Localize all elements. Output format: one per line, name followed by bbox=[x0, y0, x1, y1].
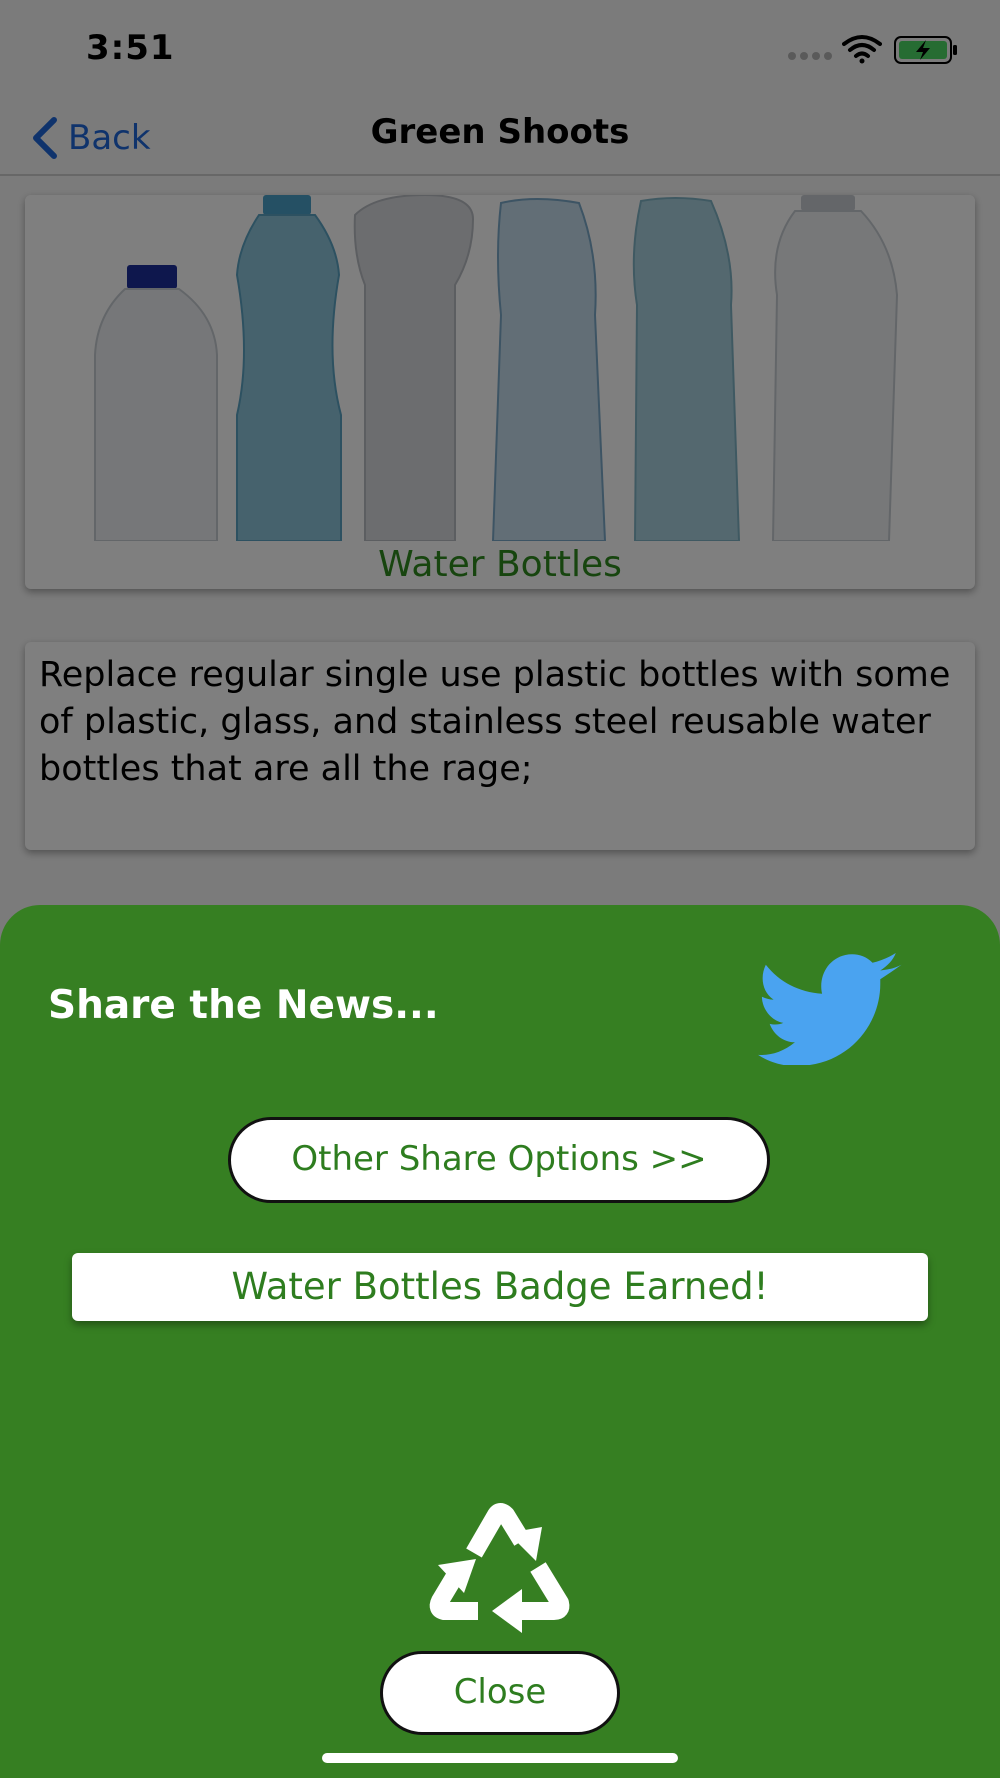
close-button[interactable]: Close bbox=[380, 1651, 620, 1735]
share-sheet: Share the News... Other Share Options >>… bbox=[0, 905, 1000, 1778]
share-sheet-title: Share the News... bbox=[48, 983, 439, 1028]
other-share-options-button[interactable]: Other Share Options >> bbox=[228, 1117, 770, 1203]
home-indicator bbox=[322, 1753, 678, 1763]
recycle-icon bbox=[429, 1503, 570, 1633]
badge-earned-banner: Water Bottles Badge Earned! bbox=[72, 1253, 928, 1321]
twitter-bird-icon[interactable] bbox=[758, 953, 906, 1065]
